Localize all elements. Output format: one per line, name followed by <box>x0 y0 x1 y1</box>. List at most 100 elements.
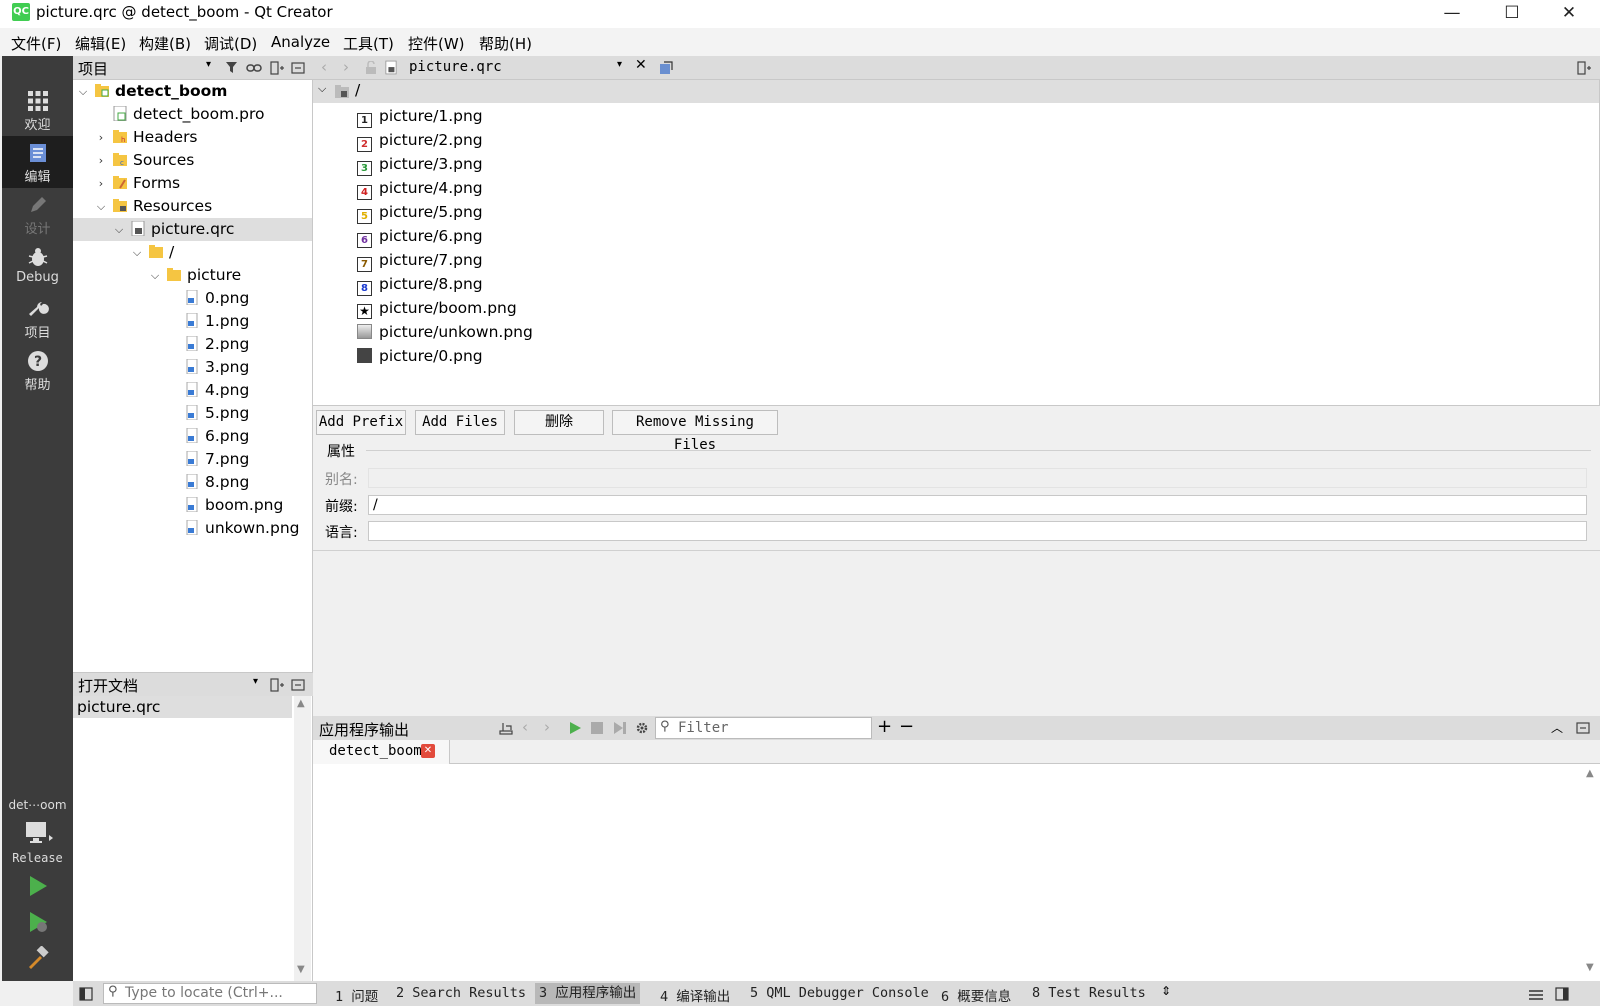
menu-help[interactable]: 帮助(H) <box>479 33 532 54</box>
mode-help[interactable]: ? 帮助 <box>2 344 73 396</box>
scroll-down-icon[interactable]: ▼ <box>1586 962 1594 973</box>
menu-tools[interactable]: 工具(T) <box>343 33 394 54</box>
prefix-row[interactable]: ⌵ / <box>313 80 1599 103</box>
scroll-down-icon[interactable]: ▼ <box>297 964 305 975</box>
close-document-icon[interactable]: ✕ <box>635 57 647 73</box>
status-tab-compile-output[interactable]: 4 编译输出 <box>660 985 730 1005</box>
tree-node-resources[interactable]: ⌵ Resources <box>73 195 312 218</box>
tree-node-pro-file[interactable]: detect_boom.pro <box>73 103 312 126</box>
chevron-down-icon[interactable]: ⌵ <box>318 82 326 96</box>
tree-node-sources[interactable]: › c Sources <box>73 149 312 172</box>
resource-item[interactable]: 3 picture/3.png <box>357 152 483 176</box>
resource-item[interactable]: 2 picture/2.png <box>357 128 483 152</box>
add-files-button[interactable]: Add Files <box>415 410 505 435</box>
split-icon[interactable] <box>1577 61 1591 75</box>
scroll-up-icon[interactable]: ▲ <box>1586 768 1594 779</box>
tree-node-forms[interactable]: › Forms <box>73 172 312 195</box>
add-prefix-button[interactable]: Add Prefix <box>316 410 406 435</box>
status-tab-search-results[interactable]: 2 Search Results <box>396 985 526 1001</box>
rerun-icon[interactable] <box>568 721 582 735</box>
chevron-down-icon[interactable]: ⌵ <box>131 241 143 264</box>
tree-node-qrc[interactable]: ⌵ picture.qrc <box>73 218 312 241</box>
tree-node-project[interactable]: ⌵ detect_boom <box>73 80 312 103</box>
status-tab-test-results[interactable]: 8 Test Results <box>1032 985 1146 1001</box>
output-text-area[interactable]: ▲ ▼ <box>313 764 1600 981</box>
attach-debugger-icon[interactable] <box>613 721 627 735</box>
menu-widgets[interactable]: 控件(W) <box>408 33 465 54</box>
next-icon[interactable]: › <box>544 718 550 736</box>
minimize-button[interactable]: — <box>1426 0 1478 28</box>
chevron-down-icon[interactable]: ⌵ <box>113 218 125 241</box>
close-pane-icon[interactable] <box>291 61 305 75</box>
locator-input[interactable]: ⚲ Type to locate (Ctrl+... <box>103 983 317 1004</box>
tree-node-png[interactable]: 2.png <box>185 333 249 356</box>
scroll-up-icon[interactable]: ▲ <box>297 698 305 709</box>
link-icon[interactable] <box>246 61 262 75</box>
scrollbar[interactable]: ▲ ▼ <box>294 696 311 981</box>
run-button[interactable] <box>26 874 50 898</box>
tree-node-png[interactable]: 1.png <box>185 310 249 333</box>
mode-welcome[interactable]: 欢迎 <box>2 84 73 136</box>
attach-icon[interactable] <box>499 721 513 735</box>
back-icon[interactable]: ‹ <box>321 58 327 76</box>
resource-item[interactable]: 8 picture/8.png <box>357 272 483 296</box>
editor-file-tab[interactable]: picture.qrc <box>409 59 502 75</box>
previous-icon[interactable]: ‹ <box>522 718 528 736</box>
split-icon[interactable] <box>270 678 284 692</box>
tree-node-png[interactable]: 0.png <box>185 287 249 310</box>
chevron-down-icon[interactable]: ⌵ <box>95 195 107 218</box>
tree-node-png[interactable]: 8.png <box>185 471 249 494</box>
tree-node-png[interactable]: 6.png <box>185 425 249 448</box>
menu-build[interactable]: 构建(B) <box>139 33 191 54</box>
tree-node-png[interactable]: boom.png <box>185 494 283 517</box>
close-button[interactable]: ✕ <box>1543 0 1595 28</box>
close-pane-icon[interactable] <box>1576 721 1590 735</box>
delete-button[interactable]: 删除 <box>514 410 604 435</box>
tree-node-png[interactable]: 5.png <box>185 402 249 425</box>
filter-icon[interactable] <box>225 61 239 75</box>
maximize-button[interactable]: ☐ <box>1486 0 1538 28</box>
status-tab-general-messages[interactable]: 6 概要信息 <box>941 985 1011 1005</box>
kit-selector[interactable] <box>24 820 53 846</box>
zoom-in-icon[interactable]: + <box>877 716 892 737</box>
close-tab-icon[interactable]: ✕ <box>421 744 435 758</box>
open-document-item[interactable]: picture.qrc <box>73 696 292 718</box>
chevron-down-icon[interactable]: ▾ <box>617 59 622 70</box>
resource-item[interactable]: 4 picture/4.png <box>357 176 483 200</box>
resource-item[interactable]: picture/unkown.png <box>357 320 533 344</box>
forward-icon[interactable]: › <box>343 58 349 76</box>
debug-run-button[interactable] <box>26 910 50 934</box>
tree-node-picture-folder[interactable]: ⌵ picture <box>73 264 312 287</box>
tree-node-png[interactable]: 7.png <box>185 448 249 471</box>
resource-item[interactable]: ★ picture/boom.png <box>357 296 517 320</box>
resource-item[interactable]: picture/0.png <box>357 344 483 368</box>
prefix-field[interactable]: / <box>368 495 1587 515</box>
gear-icon[interactable] <box>635 721 649 735</box>
up-down-icon[interactable]: ⇕ <box>1161 984 1171 998</box>
chevron-right-icon[interactable]: › <box>95 172 107 195</box>
resource-item[interactable]: 6 picture/6.png <box>357 224 483 248</box>
tree-node-png[interactable]: 4.png <box>185 379 249 402</box>
resource-item[interactable]: 5 picture/5.png <box>357 200 483 224</box>
menu-debug[interactable]: 调试(D) <box>204 33 257 54</box>
resource-editor-icon[interactable] <box>658 60 674 76</box>
mode-design[interactable]: 设计 <box>2 188 73 240</box>
toggle-right-sidebar-icon[interactable] <box>1555 987 1569 1001</box>
close-pane-icon[interactable] <box>291 678 305 692</box>
chevron-right-icon[interactable]: › <box>95 149 107 172</box>
resource-item[interactable]: 1 picture/1.png <box>357 104 483 128</box>
chevron-down-icon[interactable]: ▾ <box>253 676 258 687</box>
tree-node-png[interactable]: 3.png <box>185 356 249 379</box>
project-pane-title[interactable]: 项目 <box>78 58 108 79</box>
toggle-sidebar-icon[interactable] <box>79 987 93 1001</box>
remove-missing-files-button[interactable]: Remove Missing Files <box>612 410 778 453</box>
build-button[interactable] <box>26 945 50 970</box>
mode-edit[interactable]: 编辑 <box>2 136 73 188</box>
status-tab-issues[interactable]: 1 问题 <box>335 985 378 1005</box>
zoom-out-icon[interactable]: − <box>899 716 914 737</box>
menu-file[interactable]: 文件(F) <box>11 33 61 54</box>
status-tab-application-output[interactable]: 3 应用程序输出 <box>535 983 641 1004</box>
lock-icon[interactable] <box>365 61 377 75</box>
menu-edit[interactable]: 编辑(E) <box>75 33 126 54</box>
mode-projects[interactable]: 项目 <box>2 292 73 344</box>
